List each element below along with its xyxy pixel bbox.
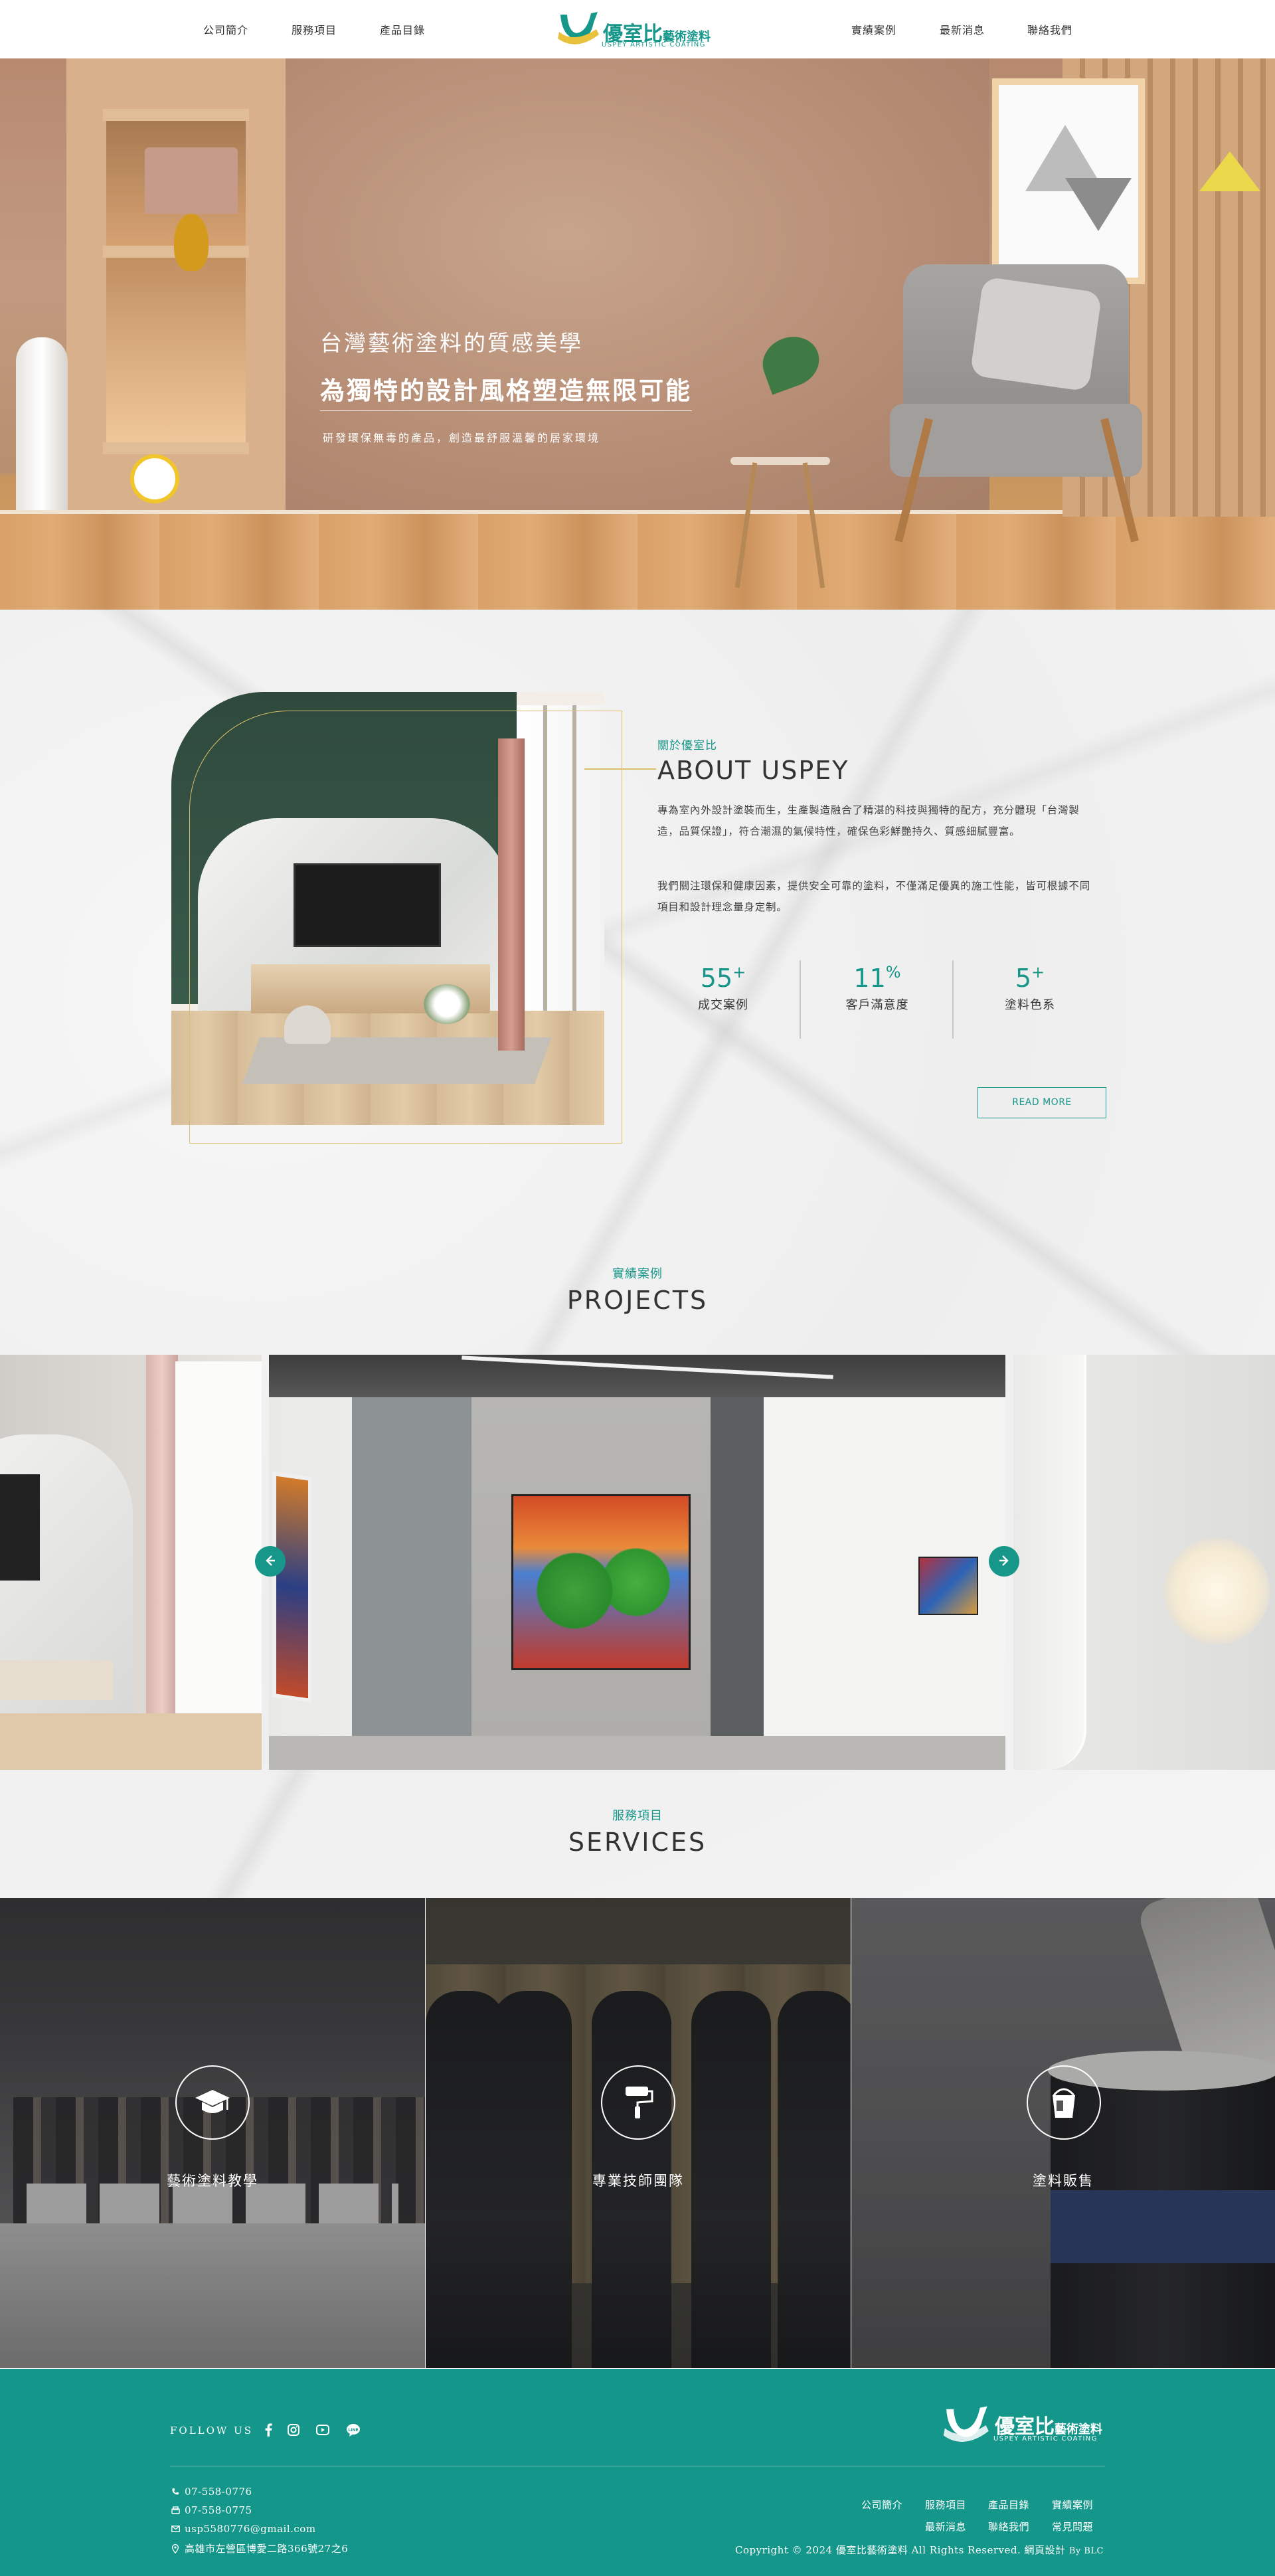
youtube-icon[interactable] <box>315 2422 331 2438</box>
contact-email[interactable]: usp5580776@gmail.com <box>170 2523 316 2535</box>
hero-shelf-unit <box>66 58 286 523</box>
project-slide-current[interactable] <box>269 1355 1005 1770</box>
service-label-sales: 塗料販售 <box>1033 2173 1094 2189</box>
artwork-icon <box>272 1471 312 1703</box>
wall-light-icon <box>1163 1538 1270 1644</box>
services-subtitle: 服務項目 <box>612 1809 663 1823</box>
hero-headline-1: 台灣藝術塗料的質感美學 <box>320 330 583 356</box>
nav-contact[interactable]: 聯絡我們 <box>1027 21 1072 37</box>
about-paragraph-1: 專為室內外設計塗裝而生，生產製造融合了精湛的科技與獨特的配方，充分體現「台灣製造… <box>657 804 1080 837</box>
projects-subtitle: 實績案例 <box>612 1267 663 1281</box>
service-label-teaching: 藝術塗料教學 <box>167 2173 258 2189</box>
contact-phone[interactable]: 07-558-0776 <box>170 2486 252 2498</box>
footer-link-company[interactable]: 公司簡介 <box>861 2498 902 2512</box>
arrow-right-icon[interactable] <box>989 1546 1019 1577</box>
logo-mark-icon <box>558 12 599 44</box>
service-label-technicians: 專業技師團隊 <box>592 2173 684 2189</box>
nav-projects[interactable]: 實績案例 <box>851 21 896 37</box>
site-header: 公司簡介 服務項目 產品目錄 優室比藝術塗料 USPEY ARTISTIC CO… <box>0 0 1275 58</box>
white-vase-icon <box>16 337 68 537</box>
about-subtitle: 關於優室比 <box>657 739 717 752</box>
service-card-sales[interactable]: 塗料販售 <box>851 1898 1275 2368</box>
hero-banner: 台灣藝術塗料的質感美學 為獨特的設計風格塑造無限可能 研發環保無毒的產品，創造最… <box>0 58 1275 610</box>
site-logo[interactable]: 優室比藝術塗料 USPEY ARTISTIC COATING <box>556 8 722 52</box>
side-table-icon <box>730 457 830 465</box>
stat-cases: 55+ 成交案例 <box>698 963 748 1012</box>
follow-us-label: FOLLOW US <box>170 2425 254 2437</box>
framed-art-icon <box>992 78 1145 284</box>
footer-link-news[interactable]: 最新消息 <box>925 2520 966 2533</box>
pendant-lamp-icon <box>1199 151 1260 191</box>
project-slide-prev[interactable] <box>0 1355 262 1770</box>
footer-link-projects[interactable]: 實績案例 <box>1052 2498 1093 2512</box>
table-lamp-icon <box>145 147 238 214</box>
fax-icon <box>170 2505 181 2516</box>
footer-link-contact[interactable]: 聯絡我們 <box>988 2520 1029 2533</box>
hero-divider <box>320 410 692 411</box>
location-pin-icon <box>170 2543 181 2554</box>
services-title: SERVICES <box>568 1828 707 1857</box>
paint-bucket-icon <box>1027 2065 1101 2140</box>
footer-logo[interactable]: 優室比藝術塗料 USPEY ARTISTIC COATING <box>942 2403 1108 2450</box>
stat-colors: 5+ 塗料色系 <box>1005 963 1055 1012</box>
service-card-teaching[interactable]: 藝術塗料教學 <box>0 1898 425 2368</box>
hero-wood-floor <box>0 510 1275 610</box>
hero-tagline: 研發環保無毒的產品，創造最舒服溫馨的居家環境 <box>323 432 601 444</box>
footer-link-services[interactable]: 服務項目 <box>925 2498 966 2512</box>
designer-credit[interactable]: By BLC <box>1069 2546 1104 2556</box>
artwork-icon <box>511 1494 691 1670</box>
footer-link-products[interactable]: 產品目錄 <box>988 2498 1029 2512</box>
graduation-cap-icon <box>175 2065 250 2140</box>
arrow-left-icon[interactable] <box>255 1546 286 1577</box>
footer-link-faq[interactable]: 常見問題 <box>1052 2520 1093 2533</box>
copyright-text: Copyright © 2024 優室比藝術塗料 All Rights Rese… <box>735 2544 1104 2556</box>
about-gold-line <box>584 768 656 770</box>
logo-english-name: USPEY ARTISTIC COATING <box>602 41 706 48</box>
logo-mark-icon <box>943 2406 989 2442</box>
artwork-icon <box>918 1557 978 1615</box>
svg-text:LINE: LINE <box>348 2428 358 2433</box>
about-gold-frame <box>189 711 622 1144</box>
site-footer: FOLLOW US LINE 優室比藝術塗料 USPEY ARTISTIC CO… <box>0 2369 1275 2576</box>
stat-satisfaction: 11% 客戶滿意度 <box>845 963 909 1012</box>
clock-icon <box>130 454 179 503</box>
nav-product-catalog[interactable]: 產品目錄 <box>380 21 425 37</box>
phone-icon <box>170 2486 181 2497</box>
nav-news[interactable]: 最新消息 <box>940 21 985 37</box>
project-slide-next[interactable] <box>1013 1355 1275 1770</box>
hero-headline-2: 為獨特的設計風格塑造無限可能 <box>320 376 692 405</box>
about-paragraph-2: 我們關注環保和健康因素，提供安全可靠的塗料，不僅滿足優異的施工性能，皆可根據不同… <box>657 880 1091 913</box>
nav-services[interactable]: 服務項目 <box>292 21 337 37</box>
contact-address: 高雄市左營區博愛二路366號27之6 <box>170 2541 348 2555</box>
paint-roller-icon <box>601 2065 675 2140</box>
read-more-button[interactable]: READ MORE <box>978 1087 1106 1118</box>
service-card-technicians[interactable]: 專業技師團隊 <box>426 1898 851 2368</box>
line-icon[interactable]: LINE <box>345 2422 361 2438</box>
nav-company-intro[interactable]: 公司簡介 <box>203 21 248 37</box>
projects-title: PROJECTS <box>566 1286 709 1315</box>
facebook-icon[interactable] <box>260 2422 276 2438</box>
mail-icon <box>170 2524 181 2534</box>
about-title: ABOUT USPEY <box>657 756 849 785</box>
contact-fax: 07-558-0775 <box>170 2504 252 2516</box>
instagram-icon[interactable] <box>286 2422 301 2438</box>
